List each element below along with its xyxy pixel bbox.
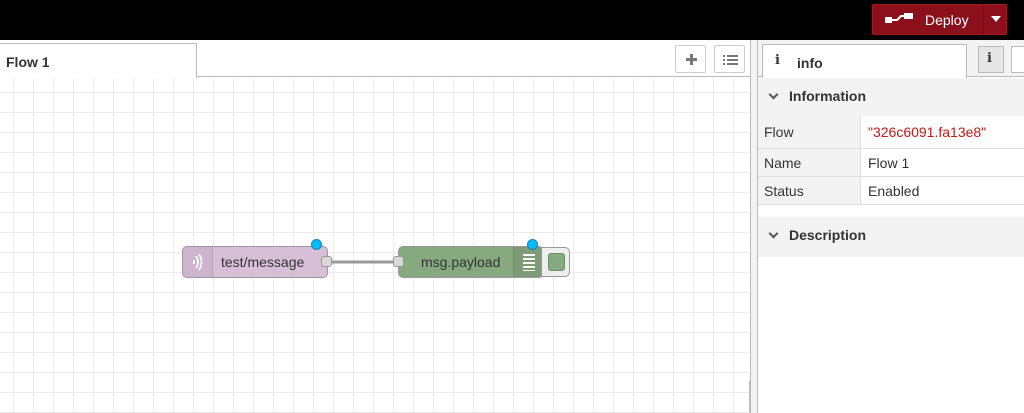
deploy-menu-caret-icon[interactable]: [991, 16, 1001, 22]
tab-flow-1-label: Flow 1: [6, 54, 50, 70]
information-section-header[interactable]: Information: [758, 78, 1024, 116]
mqtt-changed-indicator: [311, 239, 322, 250]
mqtt-node-icon-area: [183, 247, 213, 277]
info-value-status: Enabled: [868, 182, 920, 199]
info-key: Status: [758, 177, 861, 204]
chevron-down-icon: [768, 89, 779, 100]
debug-list-icon: [523, 254, 535, 271]
debug-changed-indicator: [527, 239, 538, 250]
mqtt-icon: [193, 253, 203, 271]
tab-list-button[interactable]: [714, 45, 745, 73]
sidebar-tab-info[interactable]: i info: [762, 44, 967, 78]
debug-node[interactable]: msg.payload: [398, 246, 544, 278]
sidebar-tab-bar: i info i: [758, 40, 1024, 78]
mqtt-in-node[interactable]: test/message: [182, 246, 328, 278]
info-sidebar-button[interactable]: i: [978, 46, 1004, 73]
debug-toggle-button[interactable]: [541, 247, 570, 277]
description-section-title: Description: [789, 227, 867, 243]
wire-link[interactable]: [0, 78, 750, 413]
list-icon: [723, 55, 738, 65]
info-row-flow: Flow "326c6091.fa13e8": [758, 116, 1024, 149]
sidebar-menu-button[interactable]: [1011, 46, 1024, 73]
info-value-name: Flow 1: [868, 154, 910, 171]
debug-node-icon-area: [513, 247, 543, 277]
deploy-button[interactable]: Deploy: [872, 4, 1007, 35]
info-key: Name: [758, 149, 861, 176]
info-icon: i: [987, 51, 992, 66]
debug-toggle-indicator: [548, 253, 565, 271]
debug-node-label: msg.payload: [421, 254, 501, 270]
sidebar-tab-info-label: info: [797, 55, 823, 71]
info-row-status: Status Enabled: [758, 177, 1024, 205]
deploy-icon: [885, 13, 913, 23]
chevron-down-icon: [768, 228, 779, 239]
info-value-flow-id: "326c6091.fa13e8": [868, 124, 987, 140]
information-section-title: Information: [789, 88, 866, 104]
flow-canvas[interactable]: test/message msg.payload: [0, 78, 750, 413]
deploy-separator: [983, 5, 984, 34]
sidebar-separator[interactable]: [750, 40, 758, 413]
header-bar: Deploy: [0, 0, 1024, 40]
mqtt-output-port[interactable]: [321, 256, 332, 267]
mqtt-node-label: test/message: [221, 254, 305, 270]
workspace-tab-bar: Flow 1: [0, 40, 750, 78]
info-table: Flow "326c6091.fa13e8" Name Flow 1 Statu…: [758, 116, 1024, 205]
info-icon: i: [775, 53, 780, 68]
description-section-header[interactable]: Description: [758, 217, 1024, 257]
sidebar: i info i Information Flow "326c6091.fa13…: [758, 40, 1024, 413]
deploy-label: Deploy: [925, 12, 969, 28]
add-tab-button[interactable]: [675, 45, 706, 73]
info-key: Flow: [758, 116, 861, 148]
debug-input-port[interactable]: [393, 256, 404, 267]
tab-flow-1[interactable]: Flow 1: [0, 43, 197, 78]
info-row-name: Name Flow 1: [758, 149, 1024, 177]
